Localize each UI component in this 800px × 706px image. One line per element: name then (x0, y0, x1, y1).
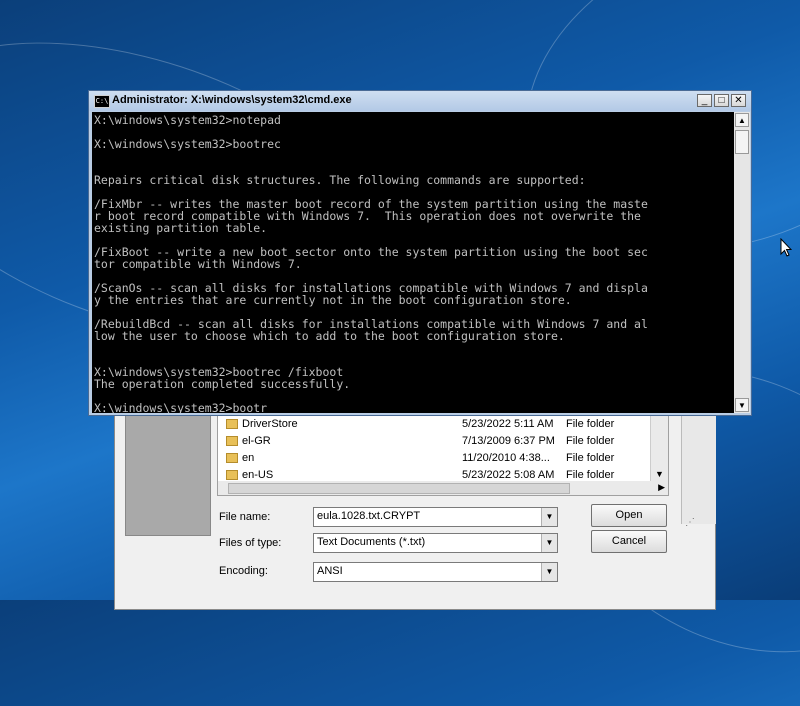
file-name: en-US (242, 469, 274, 481)
file-name-label: File name: (219, 511, 271, 523)
title-bar[interactable]: C:\ Administrator: X:\windows\system32\c… (89, 91, 751, 111)
list-item[interactable]: en 11/20/2010 4:38... File folder (218, 450, 658, 467)
scroll-down-arrow-icon[interactable]: ▼ (735, 398, 749, 412)
scroll-down-arrow-icon[interactable]: ▼ (655, 469, 664, 479)
file-type: File folder (566, 435, 615, 447)
encoding-value: ANSI (317, 565, 343, 577)
scroll-up-arrow-icon[interactable]: ▲ (735, 113, 749, 127)
file-date: 7/13/2009 6:37 PM (462, 435, 555, 447)
navigation-pane[interactable] (125, 409, 211, 536)
horizontal-scroll-thumb[interactable] (228, 483, 570, 494)
resize-grip-icon[interactable]: ⋰ (685, 517, 695, 528)
folder-icon (226, 470, 238, 480)
open-file-dialog: DriverStore 5/23/2022 5:11 AM File folde… (114, 398, 716, 610)
file-name: DriverStore (242, 418, 298, 430)
console-scrollbar[interactable]: ▲ ▼ (734, 112, 750, 413)
file-date: 5/23/2022 5:11 AM (462, 418, 554, 430)
chevron-down-icon[interactable]: ▼ (541, 508, 557, 526)
file-type: File folder (566, 469, 615, 481)
console-text: X:\windows\system32>notepad X:\windows\s… (94, 113, 648, 413)
list-item[interactable]: el-GR 7/13/2009 6:37 PM File folder (218, 433, 658, 450)
files-of-type-value: Text Documents (*.txt) (317, 536, 426, 548)
folder-icon (226, 436, 238, 446)
cancel-button[interactable]: Cancel (591, 530, 667, 553)
list-item[interactable]: DriverStore 5/23/2022 5:11 AM File folde… (218, 416, 658, 433)
mouse-pointer-icon (780, 238, 792, 257)
file-name: en (242, 452, 255, 464)
cmd-window: C:\ Administrator: X:\windows\system32\c… (88, 90, 752, 416)
desktop: { "cmd": { "title": "Administrator: X:\\… (0, 0, 800, 706)
console-scroll-thumb[interactable] (735, 130, 749, 154)
file-type: File folder (566, 418, 615, 430)
close-button[interactable]: ✕ (731, 94, 746, 107)
files-of-type-label: Files of type: (219, 537, 282, 549)
file-date: 5/23/2022 5:08 AM (462, 469, 555, 481)
file-date: 11/20/2010 4:38... (462, 452, 550, 464)
file-type: File folder (566, 452, 615, 464)
file-name-combobox[interactable]: eula.1028.txt.CRYPT ▼ (313, 507, 558, 527)
file-name-value[interactable]: eula.1028.txt.CRYPT (317, 510, 420, 522)
file-list-vertical-scrollbar[interactable]: ▼ (650, 414, 668, 482)
file-list[interactable]: DriverStore 5/23/2022 5:11 AM File folde… (217, 413, 669, 483)
window-title: Administrator: X:\windows\system32\cmd.e… (112, 94, 352, 106)
chevron-down-icon[interactable]: ▼ (541, 534, 557, 552)
dialog-side-strip (681, 399, 716, 524)
console-output[interactable]: X:\windows\system32>notepad X:\windows\s… (92, 112, 734, 413)
scroll-right-arrow-icon[interactable]: ▶ (658, 482, 665, 493)
folder-icon (226, 453, 238, 463)
chevron-down-icon[interactable]: ▼ (541, 563, 557, 581)
cmd-app-icon[interactable]: C:\ (94, 95, 110, 108)
minimize-button[interactable]: _ (697, 94, 712, 107)
encoding-select[interactable]: ANSI ▼ (313, 562, 558, 582)
file-list-horizontal-scrollbar[interactable]: ▶ (217, 481, 669, 496)
folder-icon (226, 419, 238, 429)
encoding-label: Encoding: (219, 565, 268, 577)
file-name: el-GR (242, 435, 271, 447)
files-of-type-select[interactable]: Text Documents (*.txt) ▼ (313, 533, 558, 553)
maximize-button[interactable]: □ (714, 94, 729, 107)
open-button[interactable]: Open (591, 504, 667, 527)
